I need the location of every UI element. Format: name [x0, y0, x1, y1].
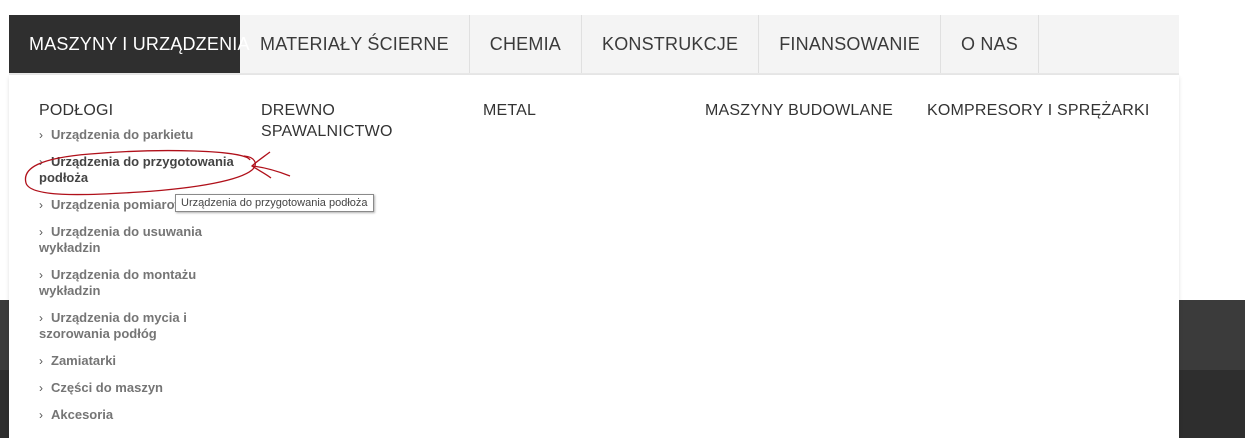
- submenu-item-label: Urządzenia do montażu wykładzin: [39, 267, 197, 298]
- submenu-item-akcesoria[interactable]: › Akcesoria: [39, 407, 239, 423]
- submenu-item-czesci[interactable]: › Części do maszyn: [39, 380, 239, 396]
- mega-menu-dropdown: PODŁOGI › Urządzenia do parkietu › Urządze…: [9, 75, 1179, 438]
- submenu-item-label: Urządzenia pomiarowe: [51, 197, 192, 212]
- submenu-item-przygotowanie-podloza[interactable]: › Urządzenia do przygotowania podłoża: [39, 154, 239, 186]
- chevron-right-icon: ›: [39, 268, 43, 282]
- chevron-right-icon: ›: [39, 311, 43, 325]
- submenu-item-label: Urządzenia do mycia i szorowania podłóg: [39, 310, 187, 341]
- nav-item-konstrukcje[interactable]: KONSTRUKCJE: [582, 15, 760, 73]
- nav-item-materialy-scierne[interactable]: MATERIAŁY ŚCIERNE: [240, 15, 470, 73]
- menu-heading-maszyny-budowlane[interactable]: MASZYNY BUDOWLANE: [705, 100, 893, 121]
- chevron-right-icon: ›: [39, 354, 43, 368]
- nav-item-o-nas[interactable]: O NAS: [941, 15, 1039, 73]
- tooltip: Urządzenia do przygotowania podłoża: [175, 194, 374, 212]
- menu-heading-metal[interactable]: METAL: [483, 100, 536, 121]
- chevron-right-icon: ›: [39, 381, 43, 395]
- menu-heading-kompresory[interactable]: KOMPRESORY I SPRĘŻARKI: [927, 100, 1150, 121]
- menu-column-podlogi: PODŁOGI › Urządzenia do parkietu › Urządze…: [39, 100, 239, 434]
- menu-heading-podlogi[interactable]: PODŁOGI: [39, 100, 239, 121]
- chevron-right-icon: ›: [39, 128, 43, 142]
- chevron-right-icon: ›: [39, 225, 43, 239]
- menu-column-metal: METAL: [483, 100, 536, 121]
- nav-item-finansowanie[interactable]: FINANSOWANIE: [759, 15, 941, 73]
- nav-item-chemia[interactable]: CHEMIA: [470, 15, 582, 73]
- chevron-right-icon: ›: [39, 155, 43, 169]
- menu-column-kompresory: KOMPRESORY I SPRĘŻARKI: [927, 100, 1150, 121]
- menu-column-drewno: DREWNO SPAWALNICTWO: [261, 100, 393, 142]
- submenu-item-parkiet[interactable]: › Urządzenia do parkietu: [39, 127, 239, 143]
- menu-column-maszyny-budowlane: MASZYNY BUDOWLANE: [705, 100, 893, 121]
- nav-item-maszyny-i-urzadzenia[interactable]: MASZYNY I URZĄDZENIA: [9, 15, 250, 73]
- chevron-right-icon: ›: [39, 198, 43, 212]
- submenu-item-label: Akcesoria: [51, 407, 114, 422]
- submenu-item-label: Urządzenia do usuwania wykładzin: [39, 224, 202, 255]
- menu-heading-drewno[interactable]: DREWNO: [261, 100, 393, 121]
- submenu-item-usuwanie-wykladzin[interactable]: › Urządzenia do usuwania wykładzin: [39, 224, 239, 256]
- main-navigation: MASZYNY I URZĄDZENIA MATERIAŁY ŚCIERNE C…: [9, 15, 1179, 75]
- submenu-item-mycie-podlog[interactable]: › Urządzenia do mycia i szorowania podłóg: [39, 310, 239, 342]
- submenu-item-label: Zamiatarki: [51, 353, 117, 368]
- submenu-item-label: Urządzenia do parkietu: [51, 127, 194, 142]
- submenu-list: › Urządzenia do parkietu › Urządzenia do p…: [39, 127, 239, 423]
- chevron-right-icon: ›: [39, 408, 43, 422]
- submenu-item-label: Urządzenia do przygotowania podłoża: [39, 154, 234, 185]
- submenu-item-label: Części do maszyn: [51, 380, 163, 395]
- submenu-item-montaz-wykladzin[interactable]: › Urządzenia do montażu wykładzin: [39, 267, 239, 299]
- menu-heading-spawalnictwo[interactable]: SPAWALNICTWO: [261, 121, 393, 142]
- submenu-item-zamiatarki[interactable]: › Zamiatarki: [39, 353, 239, 369]
